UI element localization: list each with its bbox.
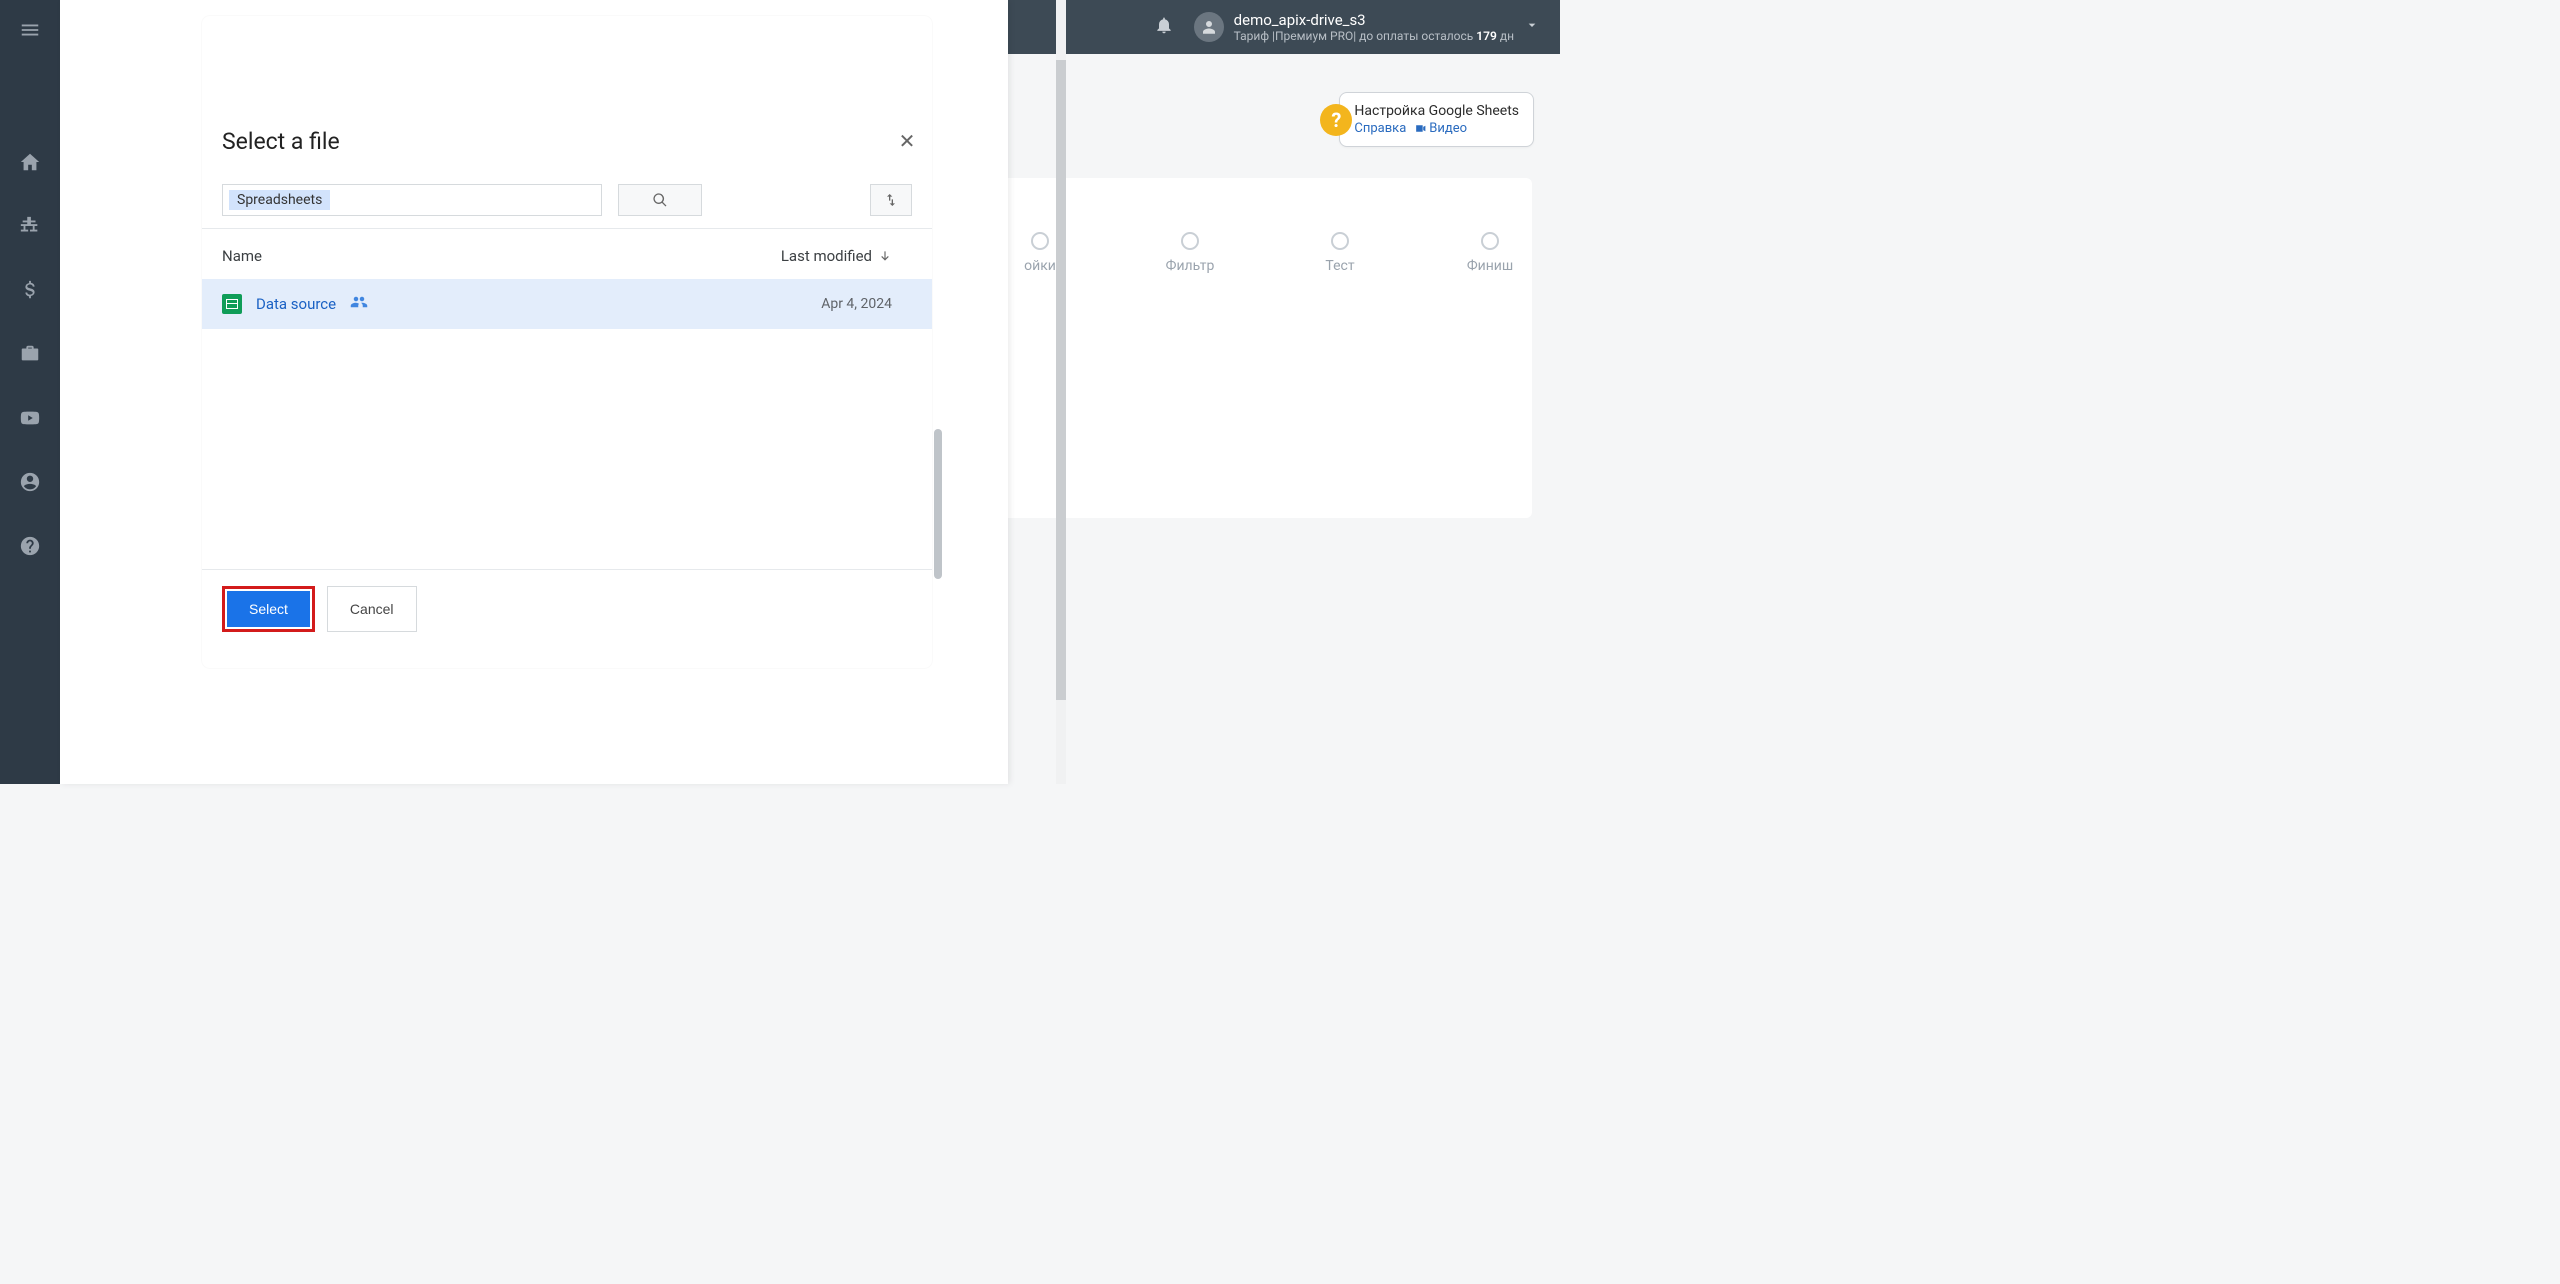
select-button[interactable]: Select — [227, 591, 310, 627]
question-circle-icon[interactable]: ? — [1320, 104, 1352, 136]
help-icon[interactable] — [12, 528, 48, 564]
file-date: Apr 4, 2024 — [821, 296, 892, 312]
sidebar — [0, 0, 60, 784]
help-title: Настройка Google Sheets — [1354, 103, 1519, 119]
step-settings: ойки — [1000, 232, 1080, 274]
dialog-footer: Select Cancel — [202, 569, 932, 648]
col-name[interactable]: Name — [222, 247, 262, 265]
col-modified[interactable]: Last modified — [781, 247, 892, 265]
dollar-icon[interactable] — [12, 272, 48, 308]
stepper: ойки Фильтр Тест Финиш — [1000, 232, 1530, 274]
table-header: Name Last modified — [202, 228, 932, 279]
arrow-down-icon — [878, 249, 892, 263]
search-input[interactable]: Spreadsheets — [222, 184, 602, 216]
close-icon[interactable]: ✕ — [892, 126, 922, 156]
help-box: ? Настройка Google Sheets Справка Видео — [1339, 92, 1534, 147]
step-test: Тест — [1300, 232, 1380, 274]
user-block: demo_apix-drive_s3 Тариф |Премиум PRO| д… — [1234, 11, 1514, 43]
user-tariff: Тариф |Премиум PRO| до оплаты осталось 1… — [1234, 29, 1514, 43]
menu-icon[interactable] — [12, 12, 48, 48]
dialog-title: Select a file — [222, 128, 340, 155]
file-list-area — [202, 329, 932, 569]
video-icon — [1414, 121, 1429, 136]
help-video-link[interactable]: Видео — [1414, 121, 1467, 136]
home-icon[interactable] — [12, 144, 48, 180]
file-name: Data source — [256, 295, 336, 313]
briefcase-icon[interactable] — [12, 336, 48, 372]
avatar-icon — [1194, 12, 1224, 42]
select-button-highlight: Select — [222, 586, 315, 632]
bell-icon[interactable] — [1154, 15, 1174, 39]
user-name: demo_apix-drive_s3 — [1234, 11, 1514, 29]
background-card — [1000, 178, 1532, 518]
search-button[interactable] — [618, 184, 702, 216]
search-chip[interactable]: Spreadsheets — [229, 190, 330, 210]
sitemap-icon[interactable] — [12, 208, 48, 244]
sort-icon — [883, 192, 899, 208]
search-icon — [652, 192, 668, 208]
help-link[interactable]: Справка — [1354, 121, 1406, 136]
list-scrollbar[interactable] — [934, 429, 942, 579]
sort-toggle[interactable] — [870, 184, 912, 216]
page-scrollbar[interactable] — [1056, 0, 1066, 784]
shared-icon — [350, 293, 368, 315]
step-finish: Финиш — [1450, 232, 1530, 274]
sheets-icon — [222, 294, 242, 314]
file-picker-dialog: Select a file ✕ Spreadsheets Name Last m… — [202, 16, 932, 668]
step-filter: Фильтр — [1150, 232, 1230, 274]
youtube-icon[interactable] — [12, 400, 48, 436]
file-row[interactable]: Data source Apr 4, 2024 — [202, 279, 932, 329]
user-menu[interactable]: demo_apix-drive_s3 Тариф |Премиум PRO| д… — [1194, 11, 1540, 43]
chevron-down-icon — [1524, 17, 1540, 37]
user-circle-icon[interactable] — [12, 464, 48, 500]
cancel-button[interactable]: Cancel — [327, 586, 417, 632]
modal-wrap: Select a file ✕ Spreadsheets Name Last m… — [60, 0, 1008, 784]
